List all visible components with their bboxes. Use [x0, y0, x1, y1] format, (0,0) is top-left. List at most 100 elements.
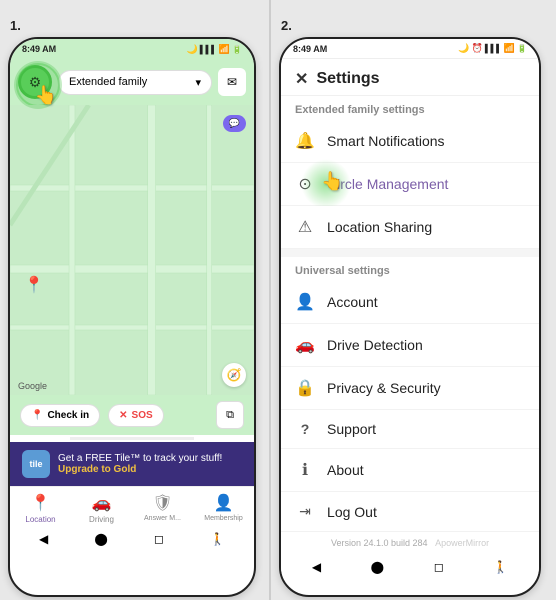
action-row: 📍 Check in ✕ SOS ⧉: [10, 395, 254, 435]
compass-button[interactable]: 🧭: [222, 363, 246, 387]
checkin-label: Check in: [47, 410, 89, 421]
map-roads-svg: [10, 105, 254, 395]
time-2: 8:49 AM: [293, 44, 327, 54]
circle-management-label: Circle Management: [327, 176, 448, 192]
settings-item-support[interactable]: ? Support: [281, 410, 539, 449]
promo-banner[interactable]: tile Get a FREE Tile™ to track your stuf…: [10, 442, 254, 486]
settings-item-about[interactable]: ℹ About: [281, 449, 539, 492]
smart-notifications-label: Smart Notifications: [327, 133, 444, 149]
promo-main-text: Get a FREE Tile™ to track your stuff!: [58, 453, 242, 464]
scroll-indicator: [70, 437, 194, 440]
phone2: 8:49 AM 🌙 ⏰ ▌▌▌ 📶 🔋 ✕ Settings Extended …: [279, 37, 541, 597]
cursor-hand-1: 👆: [35, 85, 57, 106]
back-btn-2[interactable]: ◀: [312, 560, 321, 574]
step2-label: 2.: [281, 18, 548, 33]
warning-icon: ⚠: [295, 217, 315, 237]
wifi-icon: 📶: [219, 44, 230, 55]
membership-nav-label: Membership: [204, 515, 243, 522]
support-label: Support: [327, 421, 376, 437]
account-icon: 👤: [295, 292, 315, 312]
map-area: 💬 📍 Google 🧭: [10, 105, 254, 395]
step1-label: 1.: [10, 18, 261, 33]
cursor-hand-2: 👆: [321, 171, 343, 192]
family-section-title: Extended family settings: [281, 96, 539, 120]
watermark-text: ApowerMirror: [435, 538, 489, 548]
promo-text: Get a FREE Tile™ to track your stuff! Up…: [58, 453, 242, 475]
location-nav-icon: 📍: [31, 493, 51, 513]
answer-nav-label: Answer M...: [144, 515, 181, 522]
settings-item-location-sharing[interactable]: ⚠ Location Sharing: [281, 206, 539, 249]
status-bar-2: 8:49 AM 🌙 ⏰ ▌▌▌ 📶 🔋: [281, 39, 539, 59]
family-dropdown[interactable]: Extended family ▾: [58, 70, 212, 95]
back-btn[interactable]: ◀: [39, 532, 48, 546]
nav-membership[interactable]: 👤 Membership: [193, 493, 254, 524]
home-btn-2[interactable]: ⬤: [371, 560, 384, 574]
status-bar-1: 8:49 AM 🌙 ▌▌▌ 📶 🔋: [10, 39, 254, 59]
status-icons-1: 🌙 ▌▌▌ 📶 🔋: [187, 44, 242, 55]
person-btn-2[interactable]: 🚶: [493, 560, 508, 574]
bottom-nav: 📍 Location 🚗 Driving 🛡 Answer M... 👤 Mem…: [10, 486, 254, 526]
section-gap: [281, 249, 539, 257]
moon-icon: 🌙: [187, 44, 198, 55]
settings-item-privacy[interactable]: 🔒 Privacy & Security: [281, 367, 539, 410]
account-label: Account: [327, 294, 378, 310]
screen1-wrapper: 1. 8:49 AM 🌙 ▌▌▌ 📶 🔋 ⚙ 👆 Extended family: [0, 0, 269, 600]
nav-answer[interactable]: 🛡 Answer M...: [132, 493, 193, 524]
alarm-icon: ⏰: [472, 43, 483, 54]
membership-nav-icon: 👤: [214, 493, 234, 513]
settings-item-smart-notifications[interactable]: 🔔 Smart Notifications: [281, 120, 539, 163]
home-btn[interactable]: ⬤: [94, 532, 107, 546]
map-topbar: ⚙ 👆 Extended family ▾ ✉: [10, 59, 254, 105]
drive-detection-label: Drive Detection: [327, 337, 423, 353]
info-icon: ℹ: [295, 460, 315, 480]
phone2-bottom-bar: ◀ ⬤ ◻ 🚶: [281, 554, 539, 580]
layers-icon: ⧉: [226, 409, 234, 422]
sos-label: SOS: [132, 410, 153, 421]
phone1: 8:49 AM 🌙 ▌▌▌ 📶 🔋 ⚙ 👆 Extended family ▾: [8, 37, 256, 597]
question-icon: ?: [295, 421, 315, 437]
privacy-label: Privacy & Security: [327, 380, 441, 396]
close-button[interactable]: ✕: [295, 69, 308, 89]
nav-driving[interactable]: 🚗 Driving: [71, 493, 132, 524]
signal-icon-2: ▌▌▌: [485, 44, 502, 53]
settings-title: Settings: [316, 70, 379, 88]
location-sharing-label: Location Sharing: [327, 219, 432, 235]
sos-button[interactable]: ✕ SOS: [108, 404, 164, 427]
signal-icon: ▌▌▌: [200, 45, 217, 54]
nav-location[interactable]: 📍 Location: [10, 493, 71, 524]
car-icon: 🚗: [295, 335, 315, 355]
sos-x-icon: ✕: [119, 410, 127, 421]
mail-button[interactable]: ✉: [218, 68, 246, 96]
version-text: Version 24.1.0 build 284 ApowerMirror: [281, 532, 539, 554]
upgrade-text: Upgrade to Gold: [58, 464, 242, 475]
square-btn-2[interactable]: ◻: [434, 560, 444, 574]
logout-label: Log Out: [327, 504, 377, 520]
settings-item-account[interactable]: 👤 Account: [281, 281, 539, 324]
chat-bubble: 💬: [223, 115, 246, 132]
universal-section-title: Universal settings: [281, 257, 539, 281]
checkin-icon: 📍: [31, 410, 43, 421]
settings-item-circle-management[interactable]: ⊙ Circle Management 👆: [281, 163, 539, 206]
person-btn[interactable]: 🚶: [210, 532, 225, 546]
bell-icon: 🔔: [295, 131, 315, 151]
settings-item-drive-detection[interactable]: 🚗 Drive Detection: [281, 324, 539, 367]
driving-nav-label: Driving: [89, 515, 114, 524]
tile-icon: tile: [22, 450, 50, 478]
logout-icon: ⇥: [295, 503, 315, 520]
status-icons-2: 🌙 ⏰ ▌▌▌ 📶 🔋: [458, 43, 527, 54]
phone-bottom-bar: ◀ ⬤ ◻ 🚶: [10, 526, 254, 552]
wifi-icon-2: 📶: [504, 43, 515, 54]
circle-icon: ⊙: [295, 174, 315, 194]
location-marker: 📍: [24, 275, 44, 295]
answer-nav-icon: 🛡: [152, 493, 172, 513]
settings-item-logout[interactable]: ⇥ Log Out: [281, 492, 539, 532]
square-btn[interactable]: ◻: [154, 532, 164, 546]
location-nav-label: Location: [25, 515, 55, 524]
moon-icon-2: 🌙: [458, 43, 469, 54]
layers-button[interactable]: ⧉: [216, 401, 244, 429]
checkin-button[interactable]: 📍 Check in: [20, 404, 100, 427]
mail-icon: ✉: [227, 75, 237, 89]
battery-icon-2: 🔋: [517, 44, 527, 53]
settings-button[interactable]: ⚙ 👆: [18, 65, 52, 99]
dropdown-label: Extended family: [69, 76, 147, 88]
